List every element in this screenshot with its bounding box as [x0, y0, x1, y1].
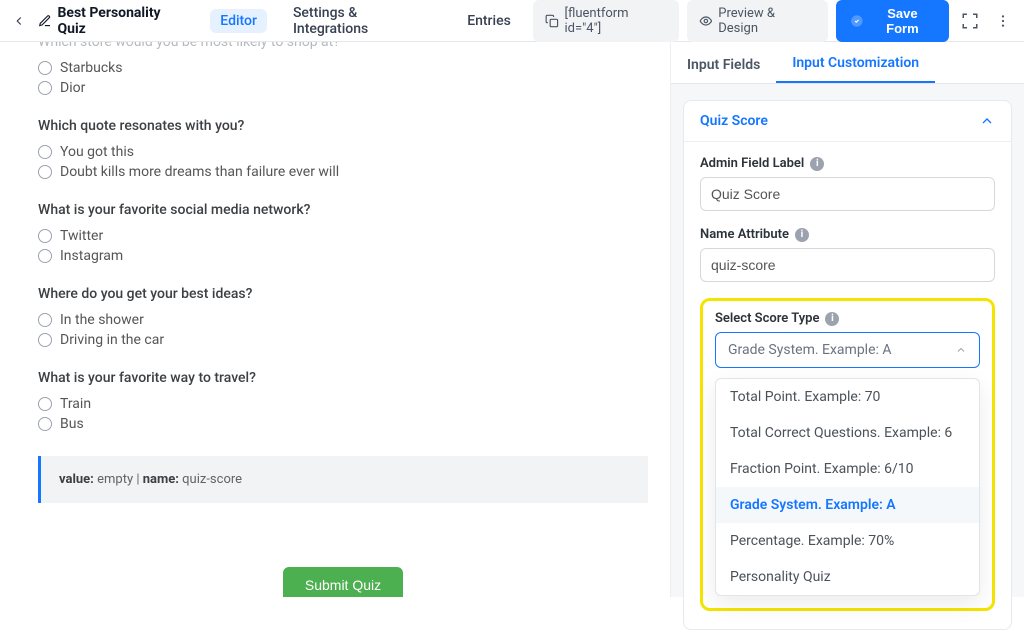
tab-input-fields[interactable]: Input Fields	[671, 47, 776, 83]
admin-field-label-input[interactable]	[700, 177, 995, 211]
info-icon[interactable]: i	[825, 312, 839, 326]
valuebox-namelabel: name:	[143, 472, 179, 487]
name-attribute-label: Name Attribute i	[700, 227, 995, 242]
radio-icon	[38, 249, 52, 263]
sidebar: Input Fields Input Customization Quiz Sc…	[670, 42, 1024, 597]
panel-title: Quiz Score	[700, 113, 768, 129]
shortcode-text: [fluentform id="4"]	[565, 6, 667, 36]
valuebox-name: quiz-score	[182, 472, 242, 487]
check-circle-icon	[850, 14, 864, 28]
question-block: Where do you get your best ideas? In the…	[38, 286, 670, 348]
pencil-icon[interactable]	[38, 14, 52, 28]
info-icon[interactable]: i	[810, 157, 824, 171]
preview-design-button[interactable]: Preview & Design	[687, 0, 829, 42]
question-title: Where do you get your best ideas?	[38, 286, 670, 302]
select-score-type-label: Select Score Type i	[715, 311, 980, 326]
score-type-dropdown-list: Total Point. Example: 70 Total Correct Q…	[715, 378, 980, 596]
topbar: Best Personality Quiz Editor Settings & …	[0, 0, 1024, 42]
preview-design-label: Preview & Design	[718, 6, 816, 36]
chevron-up-icon	[979, 113, 995, 129]
quiz-score-panel: Quiz Score Admin Field Label i Name Attr…	[683, 100, 1012, 630]
form-canvas: Which store would you be most likely to …	[0, 42, 670, 597]
form-title-text: Best Personality Quiz	[57, 5, 190, 37]
radio-option[interactable]: Bus	[38, 416, 670, 432]
shortcode-button[interactable]: [fluentform id="4"]	[533, 0, 679, 42]
radio-icon	[38, 165, 52, 179]
radio-icon	[38, 333, 52, 347]
score-type-option[interactable]: Grade System. Example: A	[716, 487, 979, 523]
radio-option[interactable]: Doubt kills more dreams than failure eve…	[38, 164, 670, 180]
save-form-button[interactable]: Save Form	[836, 0, 949, 42]
question-title: Which quote resonates with you?	[38, 118, 670, 134]
radio-icon	[38, 61, 52, 75]
radio-option[interactable]: Starbucks	[38, 60, 670, 76]
score-type-option[interactable]: Percentage. Example: 70%	[716, 523, 979, 559]
fullscreen-button[interactable]	[957, 8, 983, 34]
valuebox-value: empty	[97, 472, 133, 487]
score-type-option[interactable]: Personality Quiz	[716, 559, 979, 595]
eye-icon	[699, 14, 713, 28]
question-title: Which store would you be most likely to …	[38, 42, 670, 50]
select-score-type-dropdown[interactable]: Grade System. Example: A	[715, 332, 980, 368]
tab-settings[interactable]: Settings & Integrations	[283, 1, 441, 41]
radio-option[interactable]: In the shower	[38, 312, 670, 328]
score-type-option[interactable]: Total Point. Example: 70	[716, 379, 979, 415]
radio-icon	[38, 313, 52, 327]
back-button[interactable]	[8, 10, 30, 32]
radio-option[interactable]: Instagram	[38, 248, 670, 264]
score-type-highlight: Select Score Type i Grade System. Exampl…	[700, 298, 995, 611]
radio-icon	[38, 397, 52, 411]
select-score-type-selected: Grade System. Example: A	[728, 342, 892, 358]
dots-vertical-icon	[995, 13, 1011, 29]
nav-tabs: Editor Settings & Integrations Entries	[210, 1, 520, 41]
fullscreen-icon	[961, 12, 979, 30]
radio-icon	[38, 229, 52, 243]
question-block: What is your favorite way to travel? Tra…	[38, 370, 670, 432]
quiz-score-preview[interactable]: value: empty | name: quiz-score	[38, 456, 648, 503]
main: Which store would you be most likely to …	[0, 42, 1024, 597]
radio-option[interactable]: Train	[38, 396, 670, 412]
radio-option[interactable]: You got this	[38, 144, 670, 160]
submit-quiz-button[interactable]: Submit Quiz	[283, 567, 403, 597]
radio-option[interactable]: Dior	[38, 80, 670, 96]
question-block: Which store would you be most likely to …	[38, 42, 670, 96]
radio-icon	[38, 145, 52, 159]
info-icon[interactable]: i	[795, 228, 809, 242]
name-attribute-input[interactable]	[700, 248, 995, 282]
tab-editor[interactable]: Editor	[210, 9, 267, 33]
question-title: What is your favorite way to travel?	[38, 370, 670, 386]
radio-icon	[38, 81, 52, 95]
question-title: What is your favorite social media netwo…	[38, 202, 670, 218]
question-block: What is your favorite social media netwo…	[38, 202, 670, 264]
radio-icon	[38, 417, 52, 431]
radio-option[interactable]: Twitter	[38, 228, 670, 244]
tab-entries[interactable]: Entries	[457, 9, 521, 33]
panel-header[interactable]: Quiz Score	[684, 101, 1011, 142]
radio-option[interactable]: Driving in the car	[38, 332, 670, 348]
score-type-option[interactable]: Total Correct Questions. Example: 6	[716, 415, 979, 451]
question-block: Which quote resonates with you? You got …	[38, 118, 670, 180]
valuebox-valuelabel: value:	[59, 472, 94, 487]
form-title: Best Personality Quiz	[38, 5, 191, 37]
chevron-down-icon	[955, 344, 967, 356]
sidebar-tabs: Input Fields Input Customization	[671, 42, 1024, 84]
score-type-option[interactable]: Fraction Point. Example: 6/10	[716, 451, 979, 487]
copy-icon	[545, 14, 559, 28]
more-menu-button[interactable]	[991, 8, 1017, 34]
admin-field-label-label: Admin Field Label i	[700, 156, 995, 171]
save-form-label: Save Form	[870, 6, 935, 36]
chevron-left-icon	[12, 14, 26, 28]
tab-input-customization[interactable]: Input Customization	[776, 45, 935, 83]
